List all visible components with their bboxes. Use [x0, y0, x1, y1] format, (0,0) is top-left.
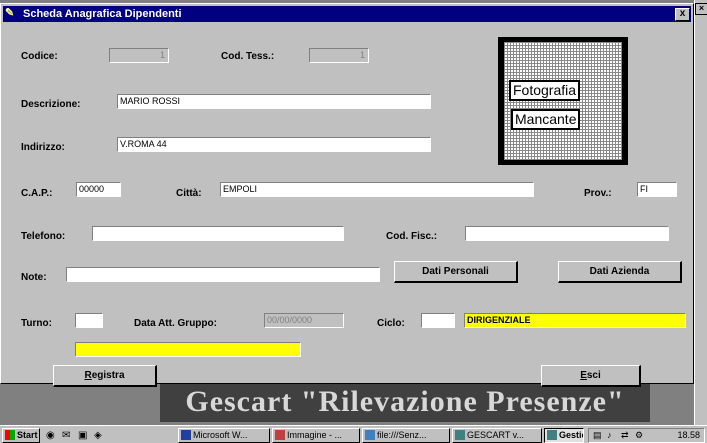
ciclo-description-field: DIRIGENZIALE [464, 313, 686, 328]
taskbar-item-label: GESCART v... [467, 430, 525, 440]
taskbar-item-gescart[interactable]: GESCART v... [452, 428, 542, 443]
desktop-icon[interactable]: ▣ [78, 429, 87, 442]
app-icon: ✎ [5, 7, 15, 19]
start-button[interactable]: Start [2, 428, 40, 443]
photo-text-line2: Mancante [511, 109, 581, 130]
close-button[interactable]: x [675, 8, 690, 21]
citta-label: Città: [176, 188, 202, 199]
app-icon [547, 430, 557, 440]
prov-field[interactable]: FI [637, 182, 677, 197]
codice-field[interactable]: 1 [109, 48, 169, 63]
taskbar-item-label: Microsoft W... [193, 430, 248, 440]
turno-label: Turno: [21, 318, 52, 329]
descrizione-field[interactable]: MARIO ROSSI [117, 94, 431, 109]
quick-launch: ◉ ✉ ▣ ◈ [44, 429, 154, 442]
indirizzo-field[interactable]: V.ROMA 44 [117, 137, 431, 152]
clock[interactable]: 18.58 [677, 429, 700, 442]
network-icon[interactable]: ⇄ [621, 429, 629, 442]
explorer-icon [365, 430, 375, 440]
cod-fisc-label: Cod. Fisc.: [386, 231, 438, 242]
taskbar-item-label: Immagine - ... [287, 430, 343, 440]
word-icon [181, 430, 191, 440]
window-title: Scheda Anagrafica Dipendenti [23, 8, 182, 20]
employee-dialog: ✎ Scheda Anagrafica Dipendenti x Codice:… [0, 3, 694, 387]
browser-icon[interactable]: ◉ [46, 429, 55, 442]
note-label: Note: [21, 272, 47, 283]
cod-tess-field[interactable]: 1 [309, 48, 369, 63]
cap-label: C.A.P.: [21, 188, 53, 199]
telefono-label: Telefono: [21, 231, 66, 242]
taskbar-item-word[interactable]: Microsoft W... [178, 428, 270, 443]
channels-icon[interactable]: ◈ [94, 429, 102, 442]
background-close-icon[interactable]: × [695, 3, 707, 15]
volume-icon[interactable]: ♪ [607, 429, 612, 442]
taskbar-item-image[interactable]: Immagine - ... [272, 428, 360, 443]
dati-personali-button[interactable]: Dati Personali [394, 261, 518, 283]
descrizione-label: Descrizione: [21, 99, 81, 110]
cod-fisc-field[interactable] [465, 226, 669, 241]
title-bar[interactable]: ✎ Scheda Anagrafica Dipendenti x [3, 6, 691, 22]
esci-button[interactable]: Esci [541, 365, 641, 387]
photo-text-line1: Fotografia [509, 80, 581, 101]
data-att-gruppo-field[interactable]: 00/00/0000 [264, 313, 344, 328]
citta-field[interactable]: EMPOLI [220, 182, 534, 197]
data-att-gruppo-label: Data Att. Gruppo: [134, 318, 217, 329]
photo-placeholder: Fotografia Mancante [504, 42, 622, 160]
prov-label: Prov.: [584, 188, 612, 199]
tray-icon[interactable]: ⚙ [635, 429, 643, 442]
system-tray: ▤ ♪ ⇄ ⚙ 18.58 [588, 428, 705, 443]
note-field[interactable] [66, 267, 380, 282]
background-banner: Gescart "Rilevazione Presenze" [160, 382, 650, 422]
cap-field[interactable]: 00000 [76, 182, 121, 197]
cod-tess-label: Cod. Tess.: [221, 51, 275, 62]
ciclo-field[interactable] [421, 313, 455, 328]
taskbar-item-label: file:///Senz... [377, 430, 427, 440]
outlook-icon[interactable]: ✉ [62, 429, 70, 442]
windows-logo-icon [5, 430, 15, 440]
background-window-edge [694, 0, 707, 425]
taskbar-item-gestione[interactable]: Gestione [544, 428, 584, 443]
turno-description-field [75, 342, 301, 357]
paint-icon [275, 430, 285, 440]
telefono-field[interactable] [92, 226, 344, 241]
ciclo-label: Ciclo: [377, 318, 405, 329]
taskbar-item-label: Gestione [559, 430, 583, 440]
codice-label: Codice: [21, 51, 58, 62]
taskbar: Start ◉ ✉ ▣ ◈ Microsoft W... Immagine - … [0, 425, 707, 443]
registra-button[interactable]: Registra [53, 365, 157, 387]
indirizzo-label: Indirizzo: [21, 142, 65, 153]
app-icon [455, 430, 465, 440]
turno-field[interactable] [75, 313, 103, 328]
tray-icon[interactable]: ▤ [593, 429, 602, 442]
dati-azienda-button[interactable]: Dati Azienda [558, 261, 682, 283]
start-label: Start [17, 430, 38, 440]
taskbar-item-file[interactable]: file:///Senz... [362, 428, 450, 443]
